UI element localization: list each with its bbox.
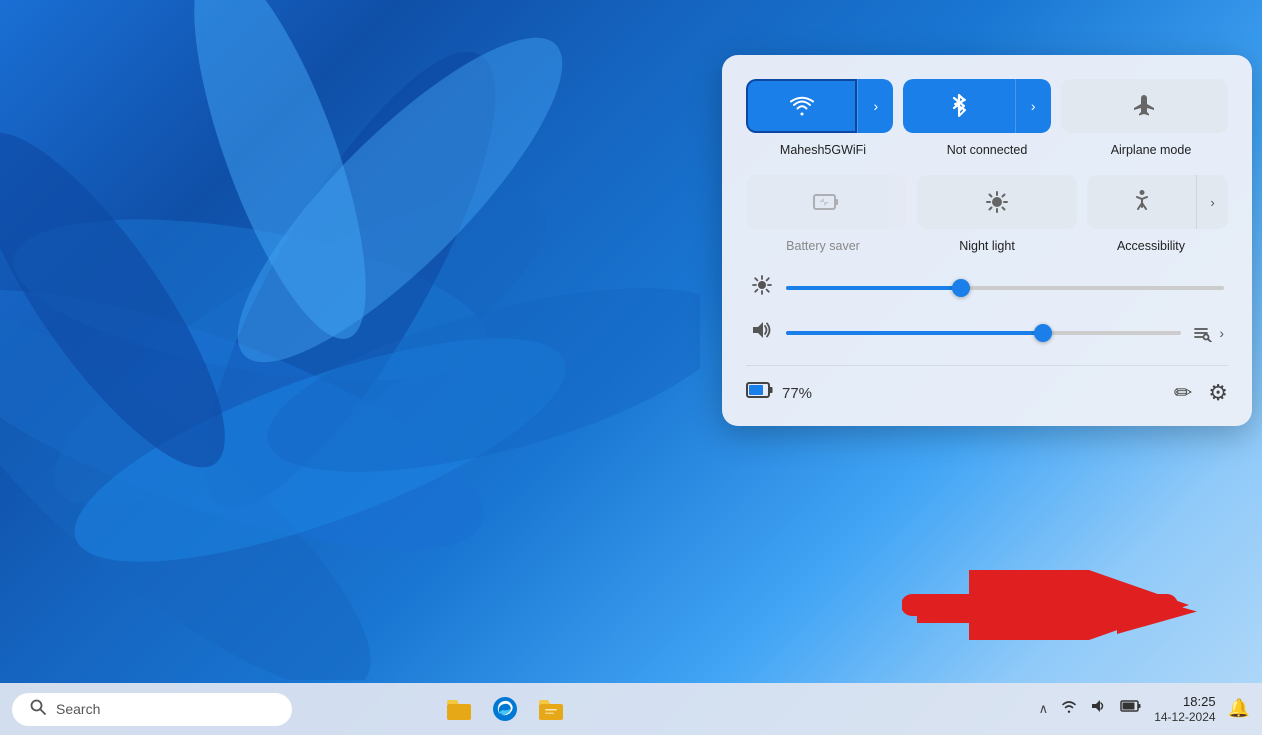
battery-percent: 77%	[782, 385, 812, 402]
audio-output-button[interactable]: ›	[1193, 324, 1224, 342]
accessibility-label: Accessibility	[1074, 239, 1228, 253]
battery-icon	[746, 380, 774, 406]
tile-labels-row-2: Battery saver Night light Accessibility	[746, 239, 1228, 253]
night-light-label: Night light	[910, 239, 1064, 253]
volume-thumb[interactable]	[1034, 324, 1052, 342]
tile-labels-row-1: Mahesh5GWiFi Not connected Airplane mode	[746, 143, 1228, 157]
panel-action-icons: ✏ ⚙	[1174, 380, 1228, 406]
notification-bell-icon[interactable]: 🔔	[1228, 698, 1250, 719]
taskbar-battery-icon[interactable]	[1120, 699, 1142, 718]
airplane-icon	[1131, 93, 1157, 119]
wifi-toggle-button[interactable]	[746, 79, 857, 133]
wifi-label: Mahesh5GWiFi	[746, 143, 900, 157]
wifi-tile-group: ›	[746, 79, 893, 133]
taskbar-edge[interactable]	[487, 691, 523, 727]
accessibility-icon	[1130, 189, 1154, 215]
bluetooth-toggle-button[interactable]	[903, 79, 1014, 133]
bluetooth-icon-inner	[950, 94, 968, 118]
battery-saver-label: Battery saver	[746, 239, 900, 253]
taskbar-wifi-icon[interactable]	[1060, 698, 1078, 719]
panel-bottom: 77% ✏ ⚙	[746, 365, 1228, 406]
taskbar-search[interactable]: Search	[12, 693, 292, 726]
search-icon	[30, 699, 46, 720]
open-settings-button[interactable]: ⚙	[1208, 380, 1228, 406]
taskbar-center-icons	[441, 691, 569, 727]
battery-saver-button[interactable]	[746, 175, 907, 229]
quick-settings-panel: › › Mahesh5GWiFi	[722, 55, 1252, 426]
taskbar-clock[interactable]: 18:25 14-12-2024	[1154, 694, 1215, 725]
search-placeholder-text: Search	[56, 701, 100, 717]
night-light-icon	[985, 190, 1009, 214]
red-arrow-shape	[917, 584, 1197, 639]
sliders-section: ›	[746, 275, 1228, 345]
wifi-icon	[789, 95, 815, 117]
taskbar-volume-icon[interactable]	[1090, 698, 1108, 719]
clock-date: 14-12-2024	[1154, 710, 1215, 724]
brightness-slider-row	[750, 275, 1224, 300]
taskbar-folder[interactable]	[533, 691, 569, 727]
edit-quick-settings-button[interactable]: ✏	[1174, 380, 1192, 406]
clock-time: 18:25	[1154, 694, 1215, 711]
red-arrow-container	[917, 584, 1197, 639]
accessibility-expand-button[interactable]: ›	[1196, 175, 1228, 229]
night-light-button[interactable]	[917, 175, 1078, 229]
tile-row-1: › ›	[746, 79, 1228, 133]
brightness-icon	[750, 275, 774, 300]
airplane-label: Airplane mode	[1074, 143, 1228, 157]
volume-icon	[750, 320, 774, 345]
audio-expand-arrow: ›	[1219, 325, 1224, 341]
brightness-fill	[786, 286, 961, 290]
bluetooth-expand-button[interactable]: ›	[1015, 79, 1051, 133]
desktop-swirl	[0, 0, 700, 680]
battery-status: 77%	[746, 380, 812, 406]
taskbar-right: ∧ 18:25 14-12-2024	[1039, 694, 1250, 725]
volume-fill	[786, 331, 1043, 335]
taskbar-file-explorer[interactable]	[441, 691, 477, 727]
bluetooth-label: Not connected	[910, 143, 1064, 157]
volume-slider-row: ›	[750, 320, 1224, 345]
taskbar: Search	[0, 683, 1262, 735]
bluetooth-tile-group: ›	[903, 79, 1050, 133]
brightness-thumb[interactable]	[952, 279, 970, 297]
volume-slider[interactable]	[786, 331, 1181, 335]
accessibility-button[interactable]	[1087, 175, 1196, 229]
accessibility-tile-group: ›	[1087, 175, 1228, 229]
tile-row-2: ›	[746, 175, 1228, 229]
wifi-expand-button[interactable]: ›	[857, 79, 893, 133]
system-tray-expand-button[interactable]: ∧	[1039, 701, 1049, 717]
battery-saver-icon	[813, 191, 839, 213]
airplane-mode-button[interactable]	[1061, 79, 1228, 133]
brightness-slider[interactable]	[786, 286, 1224, 290]
